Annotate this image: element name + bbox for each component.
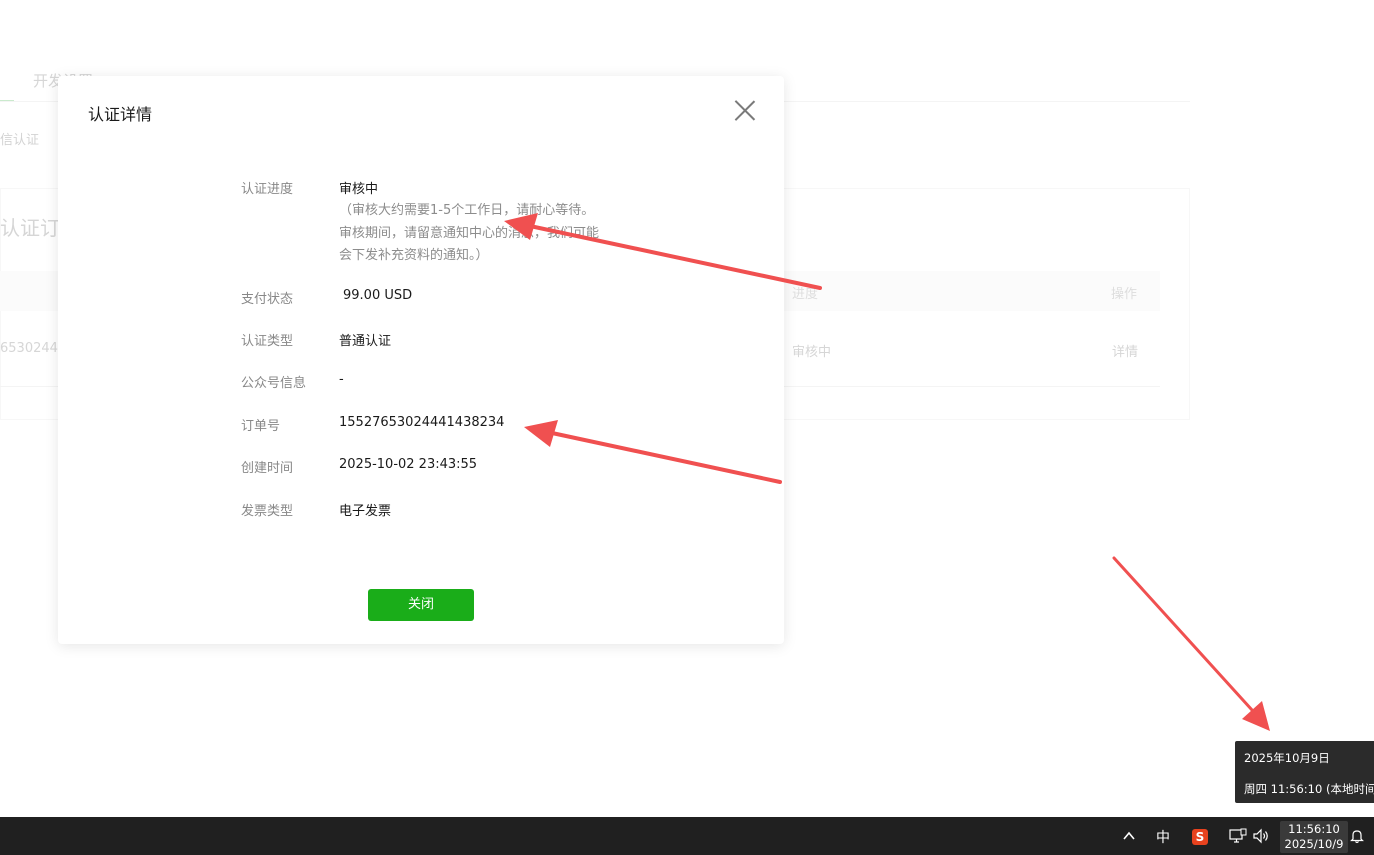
- tooltip-time: 周四 11:56:10 (本地时间): [1244, 782, 1374, 796]
- value-account-info: -: [339, 372, 344, 387]
- tooltip-date: 2025年10月9日: [1244, 751, 1330, 765]
- value-created-time: 2025-10-02 23:43:55: [339, 457, 478, 472]
- dialog-title: 认证详情: [88, 105, 153, 124]
- value-order-number: 15527653024441438234: [339, 415, 505, 430]
- volume-icon[interactable]: [1252, 828, 1270, 844]
- value-progress: 审核中: [339, 182, 379, 197]
- label-account-info: 公众号信息: [241, 376, 307, 391]
- label-order-number: 订单号: [241, 419, 281, 434]
- label-invoice-type: 发票类型: [241, 504, 294, 519]
- sogou-icon[interactable]: S: [1192, 829, 1208, 845]
- value-invoice-type: 电子发票: [339, 504, 392, 519]
- label-payment-status: 支付状态: [241, 292, 294, 307]
- label-created-time: 创建时间: [241, 461, 294, 476]
- bell-icon[interactable]: [1349, 828, 1365, 844]
- clock-date: 2025/10/9: [1284, 837, 1344, 851]
- value-payment-status: 99.00 USD: [343, 288, 413, 303]
- clock-time: 11:56:10: [1288, 822, 1340, 836]
- label-progress: 认证进度: [241, 182, 294, 197]
- close-icon[interactable]: [732, 98, 758, 124]
- taskbar-clock[interactable]: 11:56:10 2025/10/9: [1280, 821, 1348, 853]
- value-cert-type: 普通认证: [339, 334, 392, 349]
- taskbar: 中 S 11:56:10 2025/10/9: [0, 817, 1374, 855]
- clock-tooltip: 2025年10月9日 周四 11:56:10 (本地时间): [1235, 741, 1374, 803]
- network-icon[interactable]: [1229, 828, 1247, 844]
- progress-note: （审核大约需要1-5个工作日，请耐心等待。审核期间，请留意通知中心的消息，我们可…: [339, 203, 600, 263]
- certification-details-dialog: 认证详情 认证进度 审核中 （审核大约需要1-5个工作日，请耐心等待。审核期间，…: [58, 76, 784, 644]
- ime-indicator[interactable]: 中: [1156, 827, 1170, 847]
- close-button[interactable]: 关闭: [368, 589, 474, 621]
- label-cert-type: 认证类型: [241, 334, 294, 349]
- chevron-up-icon[interactable]: [1122, 829, 1136, 843]
